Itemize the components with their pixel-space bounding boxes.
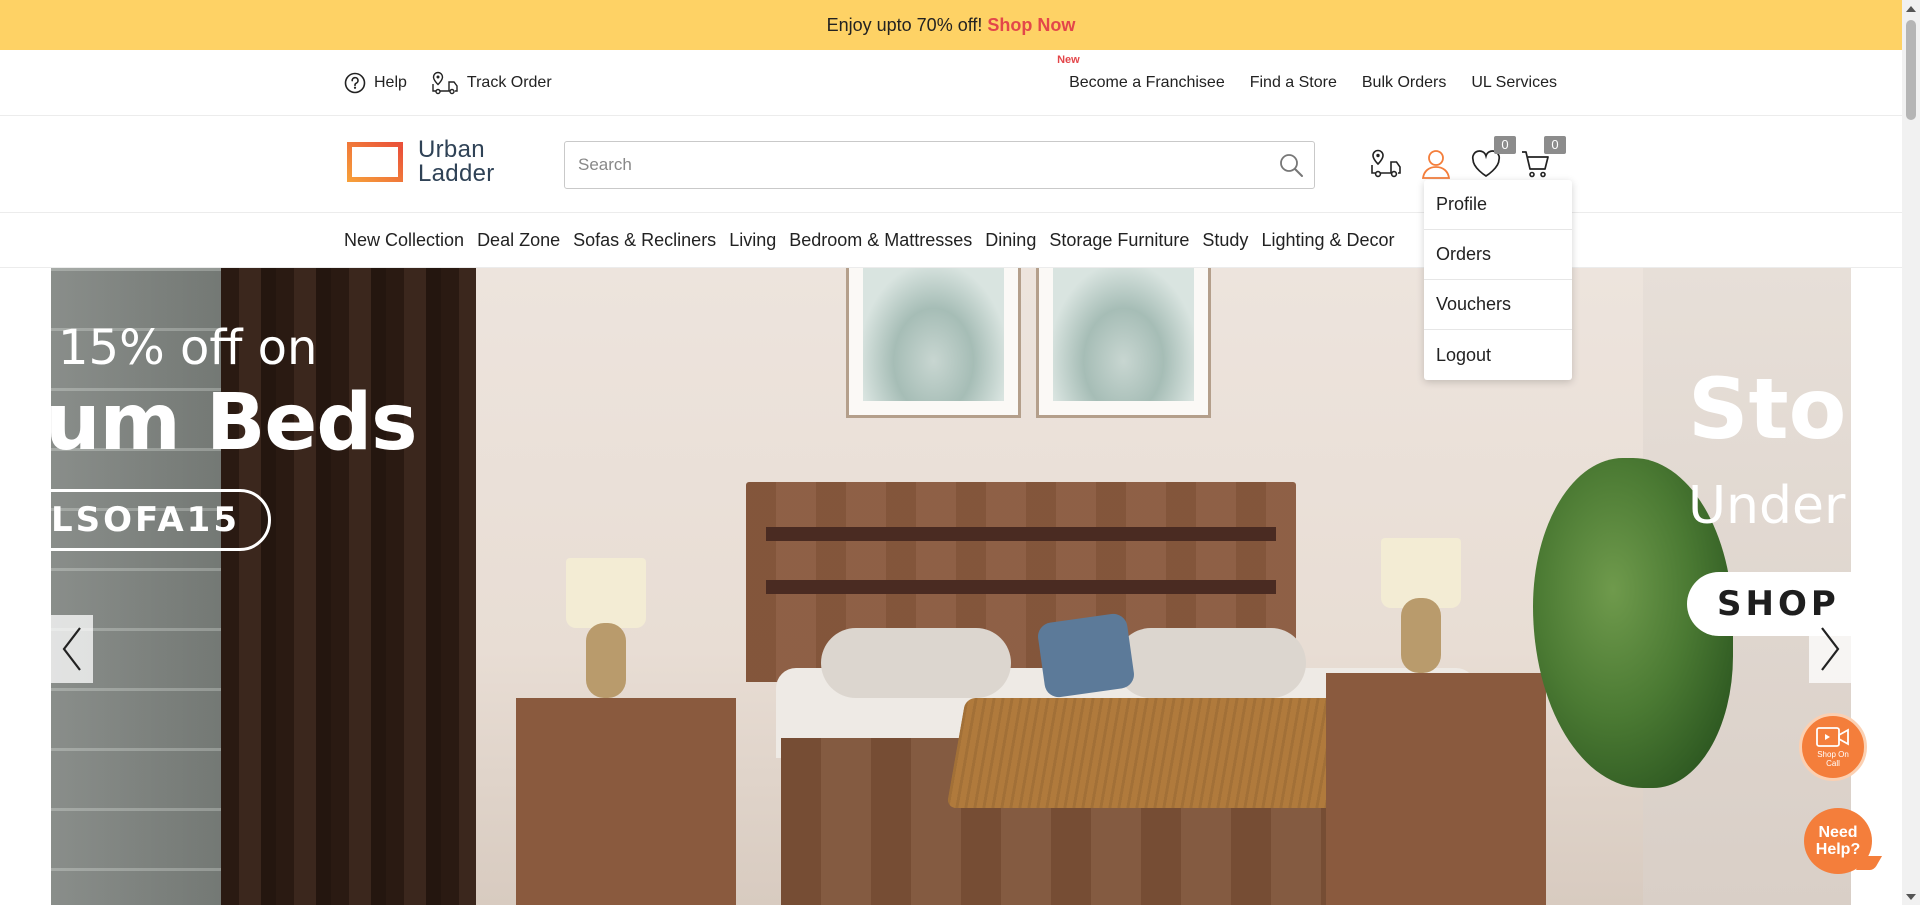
dropdown-item-vouchers[interactable]: Vouchers — [1424, 280, 1572, 330]
track-order-icon — [432, 71, 458, 95]
nav-item-study[interactable]: Study — [1202, 230, 1248, 251]
truck-location-icon — [1371, 149, 1401, 178]
promo-bar: Enjoy upto 70% off! Shop Now — [0, 0, 1902, 50]
page-scrollbar[interactable] — [1902, 0, 1920, 905]
nav-item-living[interactable]: Living — [729, 230, 776, 251]
need-help-label: Need Help? — [1815, 824, 1861, 858]
chevron-right-icon — [1821, 627, 1840, 671]
hero-slide-previous: 15% off on um Beds ULSOFA15 — [51, 268, 476, 905]
next-slide-subhead: Under ₹ 3 — [1688, 476, 1851, 536]
lamp-left-base — [586, 623, 626, 698]
video-call-icon — [1816, 727, 1849, 747]
store-locator-button[interactable] — [1370, 146, 1402, 182]
nav-item-new-collection[interactable]: New Collection — [344, 230, 464, 251]
nav-item-storage-furniture[interactable]: Storage Furniture — [1049, 230, 1189, 251]
shop-now-link[interactable]: Shop Now — [987, 15, 1075, 36]
logo-line-2: Ladder — [418, 160, 495, 187]
carousel-next-button[interactable] — [1809, 615, 1851, 683]
dropdown-item-profile[interactable]: Profile — [1424, 180, 1572, 230]
need-help-chat-button[interactable]: Need Help? — [1804, 808, 1872, 874]
heart-icon — [1471, 150, 1501, 177]
scrollbar-thumb[interactable] — [1906, 20, 1916, 120]
cart-button[interactable]: 0 — [1520, 136, 1566, 182]
prev-slide-offer-text: 15% off on — [58, 320, 318, 376]
profile-button[interactable] — [1420, 146, 1452, 182]
track-order-label: Track Order — [466, 74, 552, 91]
search-box — [564, 141, 1315, 189]
wishlist-button[interactable]: 0 — [1470, 136, 1516, 182]
chevron-left-icon — [62, 627, 81, 671]
prev-slide-headline: um Beds — [51, 378, 418, 468]
urban-ladder-logo[interactable]: Urban Ladder — [344, 138, 495, 186]
logo-mark-icon — [347, 142, 403, 182]
page: Enjoy upto 70% off! Shop Now Help Track … — [0, 0, 1920, 905]
pillow-left — [821, 628, 1011, 698]
nightstand-left — [516, 698, 736, 905]
cart-count-badge: 0 — [1544, 136, 1566, 154]
profile-dropdown: Profile Orders Vouchers Logout — [1424, 180, 1572, 380]
cushion-blue — [1036, 612, 1136, 699]
wishlist-count-badge: 0 — [1494, 136, 1516, 154]
hero-carousel[interactable]: 15% off on um Beds ULSOFA15 — [51, 268, 1851, 905]
wall-art-right — [1036, 268, 1211, 418]
hero-slide-next: Stora Under ₹ 3 SHOP NO — [1533, 268, 1851, 905]
lamp-left-shade — [566, 558, 646, 628]
shop-on-call-button[interactable]: Shop On Call — [1799, 713, 1867, 781]
scroll-up-arrow-icon[interactable] — [1902, 0, 1920, 17]
help-icon — [344, 72, 366, 94]
carousel-prev-button[interactable] — [51, 615, 93, 683]
new-badge: New — [1057, 54, 1080, 66]
category-nav: New Collection Deal Zone Sofas & Recline… — [0, 213, 1902, 268]
dropdown-item-logout[interactable]: Logout — [1424, 330, 1572, 380]
wall-art-left — [846, 268, 1021, 418]
utility-bar: Help Track Order New Become a Franchisee… — [0, 50, 1902, 116]
nav-item-dining[interactable]: Dining — [985, 230, 1036, 251]
franchisee-label: Become a Franchisee — [1069, 74, 1225, 91]
find-store-link[interactable]: Find a Store — [1250, 74, 1337, 92]
track-order-link[interactable]: Track Order — [431, 71, 552, 95]
nav-item-bedroom-mattresses[interactable]: Bedroom & Mattresses — [789, 230, 972, 251]
promo-text: Enjoy upto 70% off! — [826, 14, 983, 35]
search-icon[interactable] — [1278, 152, 1304, 183]
nav-item-deal-zone[interactable]: Deal Zone — [477, 230, 560, 251]
lamp-right-base — [1401, 598, 1441, 673]
prev-slide-coupon-code: ULSOFA15 — [51, 489, 271, 551]
bulk-orders-link[interactable]: Bulk Orders — [1362, 74, 1446, 92]
logo-line-1: Urban — [418, 136, 485, 163]
nav-item-sofas-recliners[interactable]: Sofas & Recliners — [573, 230, 716, 251]
next-slide-headline: Stora — [1688, 360, 1851, 458]
nav-item-lighting-decor[interactable]: Lighting & Decor — [1261, 230, 1394, 251]
nightstand-right — [1326, 673, 1546, 905]
help-link[interactable]: Help — [344, 72, 407, 94]
pillow-right — [1116, 628, 1306, 698]
help-label: Help — [374, 74, 407, 91]
user-icon — [1421, 150, 1451, 179]
search-input[interactable] — [565, 142, 1255, 188]
scroll-down-arrow-icon[interactable] — [1902, 888, 1920, 905]
shop-on-call-label: Shop On Call — [1817, 750, 1849, 768]
ul-services-link[interactable]: UL Services — [1471, 74, 1557, 92]
become-franchisee-link[interactable]: New Become a Franchisee — [1057, 54, 1225, 92]
dropdown-item-orders[interactable]: Orders — [1424, 230, 1572, 280]
header: Urban Ladder 0 0 — [0, 116, 1902, 213]
